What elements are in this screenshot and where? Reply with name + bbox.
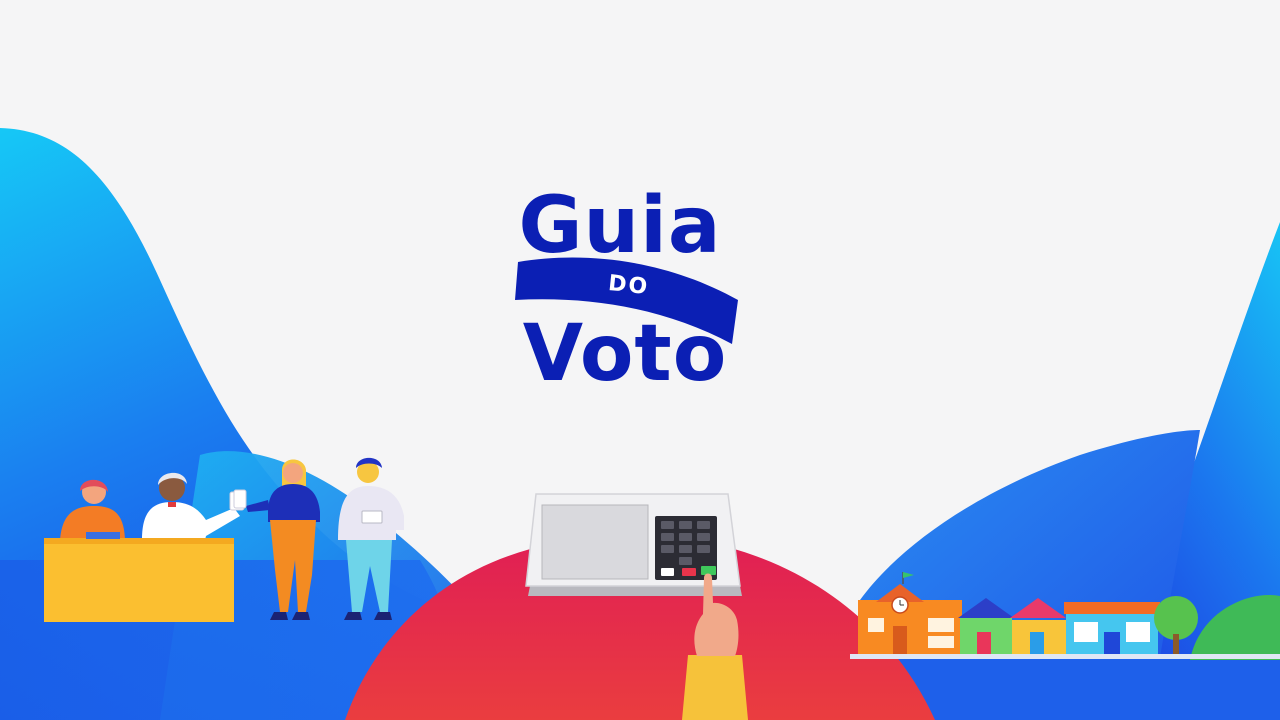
desk-top-edge	[44, 538, 234, 544]
logo-word-do: DO	[607, 271, 650, 300]
guia-do-voto-cover: Guia DO Voto	[0, 0, 1280, 720]
town-ground	[850, 654, 1280, 659]
correct-key-red	[682, 568, 696, 576]
cover-illustration: Guia DO Voto	[0, 128, 1280, 720]
polling-desk	[44, 540, 234, 622]
ballot-book	[86, 532, 120, 539]
logo-word-guia: Guia	[519, 181, 722, 271]
blue-building	[1064, 602, 1160, 656]
logo-word-voto: Voto	[523, 309, 728, 399]
ballot-box-screen	[541, 504, 649, 580]
tree	[1154, 596, 1198, 640]
white-key	[661, 568, 674, 576]
sleeve	[682, 655, 748, 720]
tree-trunk	[1173, 634, 1179, 656]
guia-do-voto-logo: Guia DO Voto	[515, 181, 738, 399]
